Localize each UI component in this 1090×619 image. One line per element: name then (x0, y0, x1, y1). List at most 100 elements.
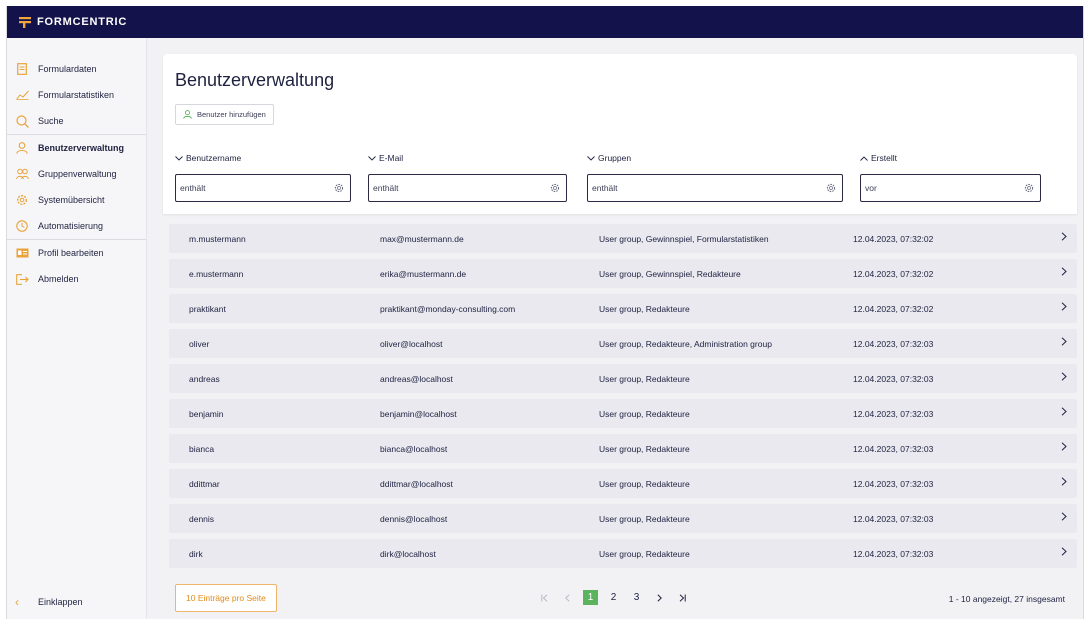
cell-username: ddittmar (189, 479, 220, 489)
next-page-icon[interactable] (652, 590, 667, 605)
cell-email: praktikant@monday-consulting.com (380, 304, 516, 314)
collapse-button[interactable]: ‹ Einklappen (15, 595, 83, 609)
cell-groups: User group, Redakteure (599, 549, 690, 559)
cell-groups: User group, Redakteure, Administration g… (599, 339, 772, 349)
sidebar-item-profil-bearbeiten[interactable]: Profil bearbeiten (7, 240, 146, 266)
page-size-button[interactable]: 10 Einträge pro Seite (175, 584, 277, 612)
cell-username: benjamin (189, 409, 224, 419)
sidebar-item-gruppenverwaltung[interactable]: Gruppenverwaltung (7, 161, 146, 187)
cell-email: ddittmar@localhost (380, 479, 453, 489)
page-title: Benutzerverwaltung (175, 70, 335, 90)
first-page-icon[interactable] (537, 590, 552, 605)
cell-created: 12.04.2023, 07:32:03 (853, 549, 934, 559)
cell-username: oliver (189, 339, 210, 349)
gear-icon[interactable] (826, 183, 836, 193)
cell-username: praktikant (189, 304, 226, 314)
table-row[interactable]: dirk dirk@localhost User group, Redakteu… (169, 539, 1077, 568)
chevron-right-icon (1061, 337, 1067, 348)
list-header-panel: Benutzerverwaltung Benutzer hinzufügen B… (163, 54, 1077, 214)
add-user-button[interactable]: Benutzer hinzufügen (175, 104, 274, 125)
table-row[interactable]: benjamin benjamin@localhost User group, … (169, 399, 1077, 428)
clock-icon (15, 219, 29, 233)
username-filter-input[interactable]: enthält (175, 174, 351, 202)
sidebar-item-label: Benutzerverwaltung (38, 143, 125, 153)
chevron-right-icon (1061, 547, 1067, 558)
gear-icon (15, 193, 29, 207)
gear-icon[interactable] (1024, 183, 1034, 193)
brand-logo[interactable]: FORMCENTRIC (19, 16, 127, 28)
table-row[interactable]: oliver oliver@localhost User group, Reda… (169, 329, 1077, 358)
page-button-3[interactable]: 3 (629, 590, 644, 605)
cell-username: m.mustermann (189, 234, 246, 244)
cell-created: 12.04.2023, 07:32:03 (853, 374, 934, 384)
logout-icon (15, 272, 29, 286)
cell-created: 12.04.2023, 07:32:03 (853, 479, 934, 489)
main-content: Benutzerverwaltung Benutzer hinzufügen B… (163, 54, 1077, 619)
page-button-2[interactable]: 2 (606, 590, 621, 605)
sidebar-item-label: Abmelden (38, 274, 79, 284)
sidebar-nav: Formulardaten Formularstatistiken Suche (7, 56, 146, 292)
column-header-created[interactable]: Erstellt (860, 153, 897, 163)
sidebar-item-label: Profil bearbeiten (38, 248, 104, 258)
table-row[interactable]: ddittmar ddittmar@localhost User group, … (169, 469, 1077, 498)
chevron-down-icon (368, 155, 376, 161)
column-header-groups[interactable]: Gruppen (587, 153, 631, 163)
table-row[interactable]: dennis dennis@localhost User group, Reda… (169, 504, 1077, 533)
table-row[interactable]: e.mustermann erika@mustermann.de User gr… (169, 259, 1077, 288)
cell-email: dirk@localhost (380, 549, 436, 559)
column-header-email[interactable]: E-Mail (368, 153, 403, 163)
sidebar-item-label: Gruppenverwaltung (38, 169, 117, 179)
cell-groups: User group, Redakteure (599, 514, 690, 524)
sidebar-item-suche[interactable]: Suche (7, 108, 146, 134)
sidebar-item-benutzerverwaltung[interactable]: Benutzerverwaltung (7, 135, 146, 161)
column-header-username[interactable]: Benutzername (175, 153, 241, 163)
page-button-1[interactable]: 1 (583, 590, 598, 605)
cell-username: andreas (189, 374, 220, 384)
formcentric-logo-icon (19, 17, 31, 28)
cell-email: andreas@localhost (380, 374, 453, 384)
table-row[interactable]: bianca bianca@localhost User group, Reda… (169, 434, 1077, 463)
sidebar-item-label: Systemübersicht (38, 195, 105, 205)
cell-created: 12.04.2023, 07:32:03 (853, 514, 934, 524)
chevron-right-icon (1061, 267, 1067, 278)
sidebar-item-formulardaten[interactable]: Formulardaten (7, 56, 146, 82)
sidebar-item-systemuebersicht[interactable]: Systemübersicht (7, 187, 146, 213)
cell-username: dennis (189, 514, 215, 524)
sidebar-item-label: Suche (38, 116, 64, 126)
app-window: FORMCENTRIC Formulardaten Formularstatis… (6, 6, 1084, 619)
email-filter-input[interactable]: enthält (368, 174, 567, 202)
cell-groups: User group, Redakteure (599, 409, 690, 419)
cell-created: 12.04.2023, 07:32:02 (853, 234, 934, 244)
chevron-right-icon (1061, 372, 1067, 383)
table-row[interactable]: praktikant praktikant@monday-consulting.… (169, 294, 1077, 323)
chevron-down-icon (175, 155, 183, 161)
gear-icon[interactable] (334, 183, 344, 193)
cell-created: 12.04.2023, 07:32:02 (853, 304, 934, 314)
user-add-icon (183, 110, 192, 119)
chevron-right-icon (1061, 442, 1067, 453)
sidebar-item-formularstatistiken[interactable]: Formularstatistiken (7, 82, 146, 108)
chevron-right-icon (1061, 512, 1067, 523)
cell-groups: User group, Redakteure (599, 479, 690, 489)
search-icon (15, 114, 29, 128)
sidebar-item-abmelden[interactable]: Abmelden (7, 266, 146, 292)
cell-email: oliver@localhost (380, 339, 443, 349)
gear-icon[interactable] (550, 183, 560, 193)
cell-created: 12.04.2023, 07:32:03 (853, 444, 934, 454)
brand-name: FORMCENTRIC (37, 16, 128, 28)
table-row[interactable]: m.mustermann max@mustermann.de User grou… (169, 224, 1077, 253)
last-page-icon[interactable] (675, 590, 690, 605)
sidebar-item-automatisierung[interactable]: Automatisierung (7, 213, 146, 239)
groups-filter-input[interactable]: enthält (587, 174, 843, 202)
document-icon (15, 62, 29, 76)
sidebar-item-label: Formulardaten (38, 64, 97, 74)
cell-groups: User group, Redakteure (599, 374, 690, 384)
table-row[interactable]: andreas andreas@localhost User group, Re… (169, 364, 1077, 393)
created-filter-input[interactable]: vor (860, 174, 1041, 202)
cell-groups: User group, Gewinnspiel, Redakteure (599, 269, 741, 279)
previous-page-icon[interactable] (560, 590, 575, 605)
cell-created: 12.04.2023, 07:32:03 (853, 409, 934, 419)
chart-line-icon (15, 88, 29, 102)
user-icon (15, 141, 29, 155)
collapse-label: Einklappen (38, 597, 83, 607)
